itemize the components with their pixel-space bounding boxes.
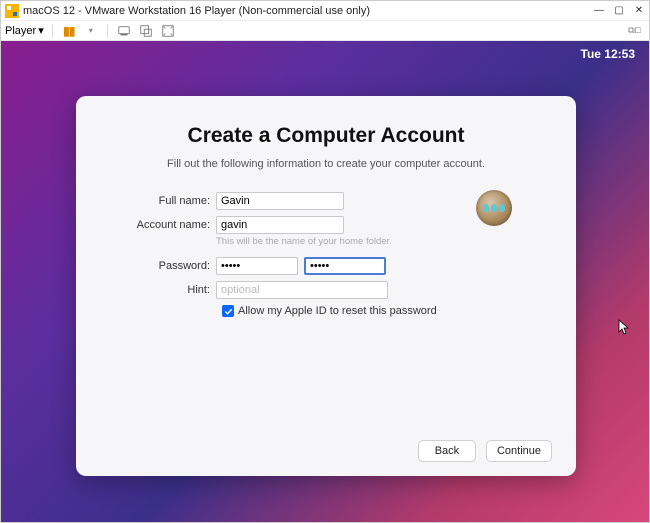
toolbar-separator	[52, 24, 53, 38]
vmware-app-icon	[5, 4, 19, 18]
pause-vm-button[interactable]: ▮▮	[61, 23, 77, 39]
dialog-subtitle: Fill out the following information to cr…	[100, 158, 552, 170]
back-button[interactable]: Back	[418, 440, 476, 462]
hint-label: Hint:	[108, 284, 216, 296]
create-account-dialog: Create a Computer Account Fill out the f…	[76, 96, 576, 476]
guest-display: Tue 12:53 Create a Computer Account Fill…	[1, 41, 649, 522]
dropdown-icon: ▾	[38, 24, 44, 37]
menubar-clock: Tue 12:53	[581, 47, 635, 61]
player-menu[interactable]: Player ▾	[5, 24, 44, 37]
allow-appleid-reset-label: Allow my Apple ID to reset this password	[238, 305, 437, 317]
account-avatar[interactable]	[476, 190, 512, 226]
dialog-title: Create a Computer Account	[100, 124, 552, 148]
full-name-field[interactable]	[216, 192, 344, 210]
full-name-label: Full name:	[108, 195, 216, 207]
mouse-cursor-icon	[617, 319, 631, 337]
maximize-button[interactable]: ▢	[613, 5, 625, 17]
password-field[interactable]	[216, 257, 298, 275]
vmware-player-window: macOS 12 - VMware Workstation 16 Player …	[0, 0, 650, 523]
password-label: Password:	[108, 260, 216, 272]
allow-appleid-reset-checkbox[interactable]	[222, 305, 234, 317]
toolbar-separator	[107, 24, 108, 38]
player-menu-label: Player	[5, 25, 36, 37]
minimize-button[interactable]: —	[593, 5, 605, 17]
egg-icon	[499, 204, 505, 212]
dialog-footer: Back Continue	[100, 430, 552, 462]
power-dropdown-icon[interactable]: ▾	[83, 23, 99, 39]
account-form: Full name: Account name: This will be th…	[100, 192, 552, 317]
egg-icon	[483, 204, 489, 212]
window-titlebar: macOS 12 - VMware Workstation 16 Player …	[1, 1, 649, 21]
window-title: macOS 12 - VMware Workstation 16 Player …	[23, 5, 593, 17]
check-icon	[224, 307, 233, 316]
cycle-devices-button[interactable]: ⧉⧠	[628, 26, 641, 36]
fullscreen-button[interactable]	[160, 23, 176, 39]
vmware-toolbar: Player ▾ ▮▮ ▾ ⧉⧠	[1, 21, 649, 41]
account-name-label: Account name:	[108, 219, 216, 231]
unity-mode-button[interactable]	[138, 23, 154, 39]
hint-field[interactable]	[216, 281, 388, 299]
account-name-helper: This will be the name of your home folde…	[216, 236, 392, 247]
continue-button[interactable]: Continue	[486, 440, 552, 462]
password-confirm-field[interactable]	[304, 257, 386, 275]
send-ctrl-alt-del-button[interactable]	[116, 23, 132, 39]
egg-icon	[491, 204, 497, 212]
account-name-field[interactable]	[216, 216, 344, 234]
close-button[interactable]: ✕	[633, 5, 645, 17]
